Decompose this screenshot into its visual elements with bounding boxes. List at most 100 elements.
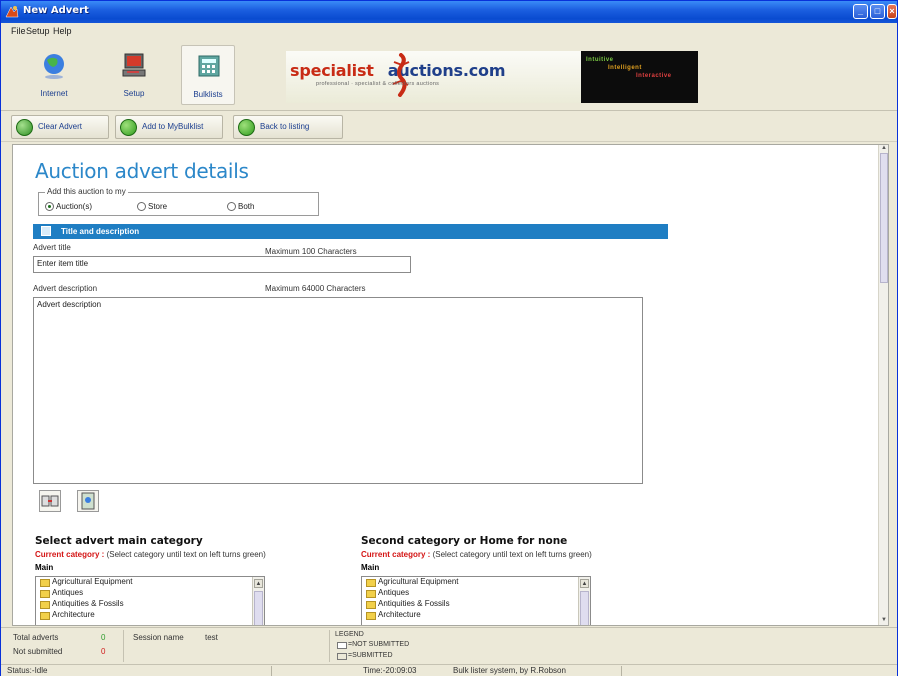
title-bar[interactable]: New Advert _ □ ×: [1, 1, 897, 23]
spellcheck-icon: [41, 495, 59, 507]
legend-title: LEGEND: [335, 631, 364, 638]
app-icon: [5, 6, 19, 18]
list-item-label: Architecture: [378, 610, 421, 619]
app-window: New Advert _ □ × File Setup Help Interne…: [0, 0, 898, 676]
close-button[interactable]: ×: [887, 4, 897, 19]
menu-setup[interactable]: Setup: [26, 26, 50, 36]
internet-button[interactable]: Internet: [27, 45, 81, 105]
main-category-list[interactable]: Agricultural Equipment Antiques Antiquit…: [35, 576, 265, 625]
advert-description-textarea[interactable]: Advert description: [33, 297, 643, 484]
section-title: Title and description: [61, 227, 140, 236]
calculator-icon: [198, 55, 220, 77]
list-item[interactable]: Architecture: [36, 610, 264, 621]
main-category-title: Select advert main category: [35, 535, 203, 547]
scroll-thumb[interactable]: [580, 591, 589, 625]
scroll-up-arrow[interactable]: ▲: [879, 145, 888, 153]
second-current-hint: (Select category until text on left turn…: [432, 550, 592, 559]
main-category-level: Main: [35, 563, 54, 572]
radio-store[interactable]: Store: [137, 202, 167, 211]
legend-submitted: =SUBMITTED: [348, 652, 393, 659]
clear-advert-button[interactable]: Clear Advert: [11, 115, 109, 139]
bulklists-button[interactable]: Bulklists: [181, 45, 235, 105]
banner-tag-interactive: Interactive: [636, 73, 672, 79]
back-to-listing-button[interactable]: Back to listing: [233, 115, 343, 139]
radio-both[interactable]: Both: [227, 202, 254, 211]
banner-tag-intelligent: Intelligent: [608, 65, 642, 71]
folder-icon: [40, 590, 50, 598]
scroll-up-arrow[interactable]: ▲: [254, 579, 263, 588]
divider: [329, 630, 330, 662]
bulklists-label: Bulklists: [193, 90, 223, 99]
radio-store-dot[interactable]: [137, 202, 146, 211]
summary-panel: Total adverts 0 Not submitted 0 Session …: [1, 627, 897, 663]
advert-title-label: Advert title: [33, 243, 71, 252]
list-item-label: Antiquities & Fossils: [378, 599, 450, 608]
list-item-label: Agricultural Equipment: [378, 577, 459, 586]
computer-icon: [122, 53, 146, 77]
clear-advert-label: Clear Advert: [38, 122, 83, 131]
page-title: Auction advert details: [35, 159, 249, 183]
status-text: Status:-Idle: [7, 666, 48, 675]
list-item-label: Architecture: [52, 610, 95, 619]
main-toolbar: Internet Setup Bulklists specialist auct…: [1, 39, 897, 111]
add-to-group: Add this auction to my Auction(s) Store …: [38, 187, 319, 216]
radio-store-label: Store: [148, 202, 168, 211]
second-category-title: Second category or Home for none: [361, 535, 568, 547]
scroll-down-arrow[interactable]: ▼: [879, 617, 888, 625]
divider: [621, 666, 622, 676]
not-submitted-label: Not submitted: [13, 647, 63, 656]
main-current-hint: (Select category until text on left turn…: [106, 550, 266, 559]
radio-both-dot[interactable]: [227, 202, 236, 211]
scroll-thumb[interactable]: [254, 591, 263, 625]
not-submitted-value: 0: [101, 647, 106, 656]
legend-swatch-submitted: [337, 653, 347, 660]
radio-auctions[interactable]: Auction(s): [45, 202, 92, 211]
advert-description-max: Maximum 64000 Characters: [265, 284, 366, 293]
maximize-button[interactable]: □: [870, 4, 885, 19]
list-item-label: Antiques: [52, 588, 84, 597]
list-item-label: Antiques: [378, 588, 410, 597]
second-current-category: Current category : (Select category unti…: [361, 550, 592, 559]
banner-tagline: professional · specialist & collectors a…: [316, 81, 440, 87]
main-current-category: Current category : (Select category unti…: [35, 550, 266, 559]
main-current-label: Current category :: [35, 550, 105, 559]
list-item[interactable]: Agricultural Equipment: [36, 577, 264, 588]
list-item[interactable]: Antiquities & Fossils: [362, 599, 590, 610]
list-item[interactable]: Architecture: [362, 610, 590, 621]
list-item[interactable]: Agricultural Equipment: [362, 577, 590, 588]
menu-file[interactable]: File: [11, 26, 26, 36]
menu-help[interactable]: Help: [53, 26, 72, 36]
preview-button[interactable]: [77, 490, 99, 512]
list-item[interactable]: Antiques: [36, 588, 264, 599]
banner-logo-area: specialist auctions.com professional · sp…: [286, 51, 581, 103]
advert-title-max: Maximum 100 Characters: [265, 247, 357, 256]
spellcheck-button[interactable]: [39, 490, 61, 512]
radio-auctions-dot[interactable]: [45, 202, 54, 211]
add-to-mybulklist-button[interactable]: Add to MyBulklist: [115, 115, 223, 139]
legend-swatch-not-submitted: [337, 642, 347, 649]
specialist-auctions-banner: specialist auctions.com professional · sp…: [286, 51, 698, 103]
minimize-button[interactable]: _: [853, 4, 868, 19]
folder-icon: [40, 612, 50, 620]
folder-icon: [366, 579, 376, 587]
list-item-label: Agricultural Equipment: [52, 577, 133, 586]
main-scrollbar[interactable]: ▲ ▼: [878, 145, 888, 625]
status-time: Time:-20:09:03: [363, 666, 417, 675]
setup-button[interactable]: Setup: [107, 45, 161, 105]
list-item-label: Antiquities & Fossils: [52, 599, 124, 608]
preview-icon: [81, 492, 95, 510]
radio-auctions-label: Auction(s): [56, 202, 93, 211]
internet-label: Internet: [40, 89, 68, 98]
list-scrollbar[interactable]: ▲: [252, 577, 264, 625]
status-credit: Bulk lister system, by R.Robson: [453, 666, 566, 675]
scroll-up-arrow[interactable]: ▲: [580, 579, 589, 588]
advert-title-input[interactable]: Enter item title: [33, 256, 411, 273]
session-name-label: Session name: [133, 633, 184, 642]
list-item[interactable]: Antiquities & Fossils: [36, 599, 264, 610]
second-category-list[interactable]: Agricultural Equipment Antiques Antiquit…: [361, 576, 591, 625]
list-item[interactable]: Antiques: [362, 588, 590, 599]
scroll-thumb[interactable]: [880, 153, 888, 283]
legend-not-submitted: =NOT SUBMITTED: [348, 641, 410, 648]
back-to-listing-label: Back to listing: [260, 122, 310, 131]
list-scrollbar[interactable]: ▲: [578, 577, 590, 625]
